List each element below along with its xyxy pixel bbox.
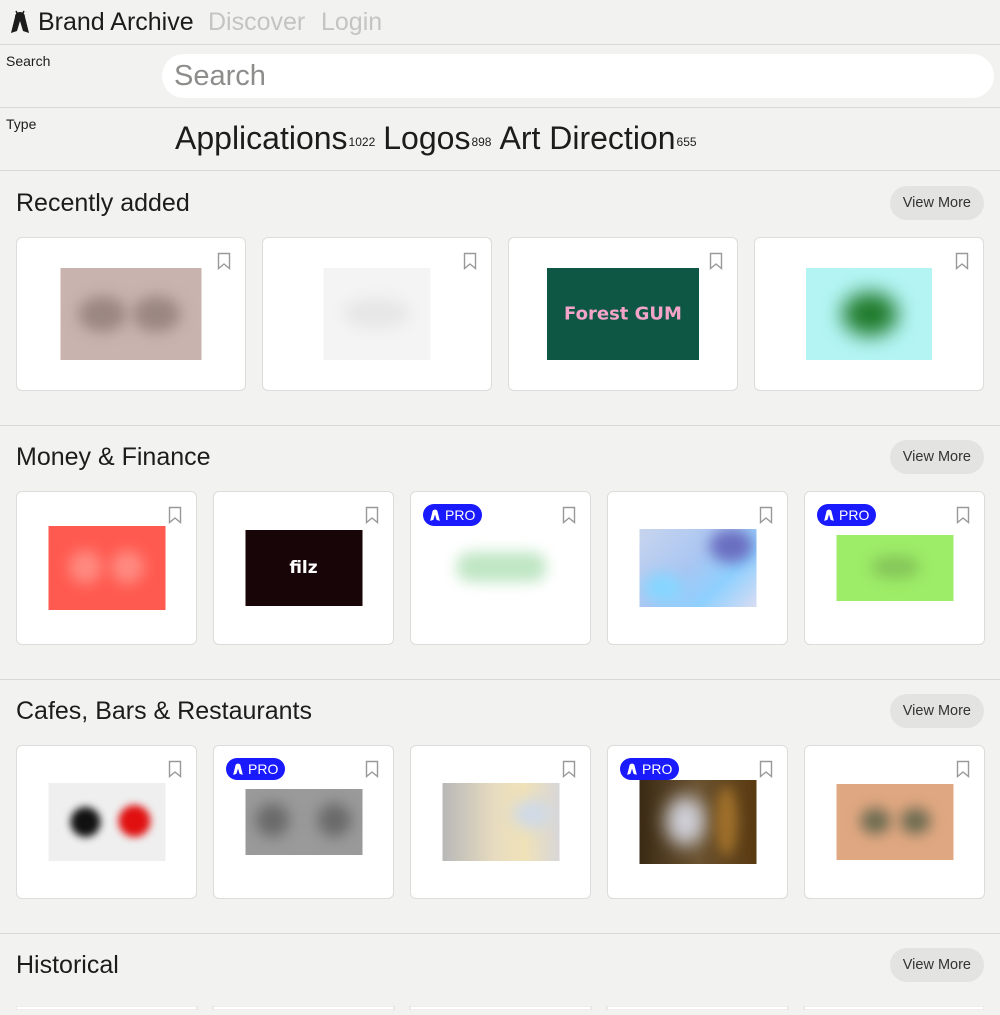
- brand-card[interactable]: [607, 491, 788, 645]
- card-grid: filz PRO PRO: [16, 491, 985, 645]
- view-more-button[interactable]: View More: [889, 694, 984, 728]
- nav-link-login[interactable]: Login: [321, 7, 382, 37]
- section-title: Recently added: [16, 189, 190, 217]
- section-money-finance: Money & Finance View More filz PRO PRO: [0, 425, 1000, 680]
- card-grid-top-edge: [15, 997, 985, 1011]
- type-filter-applications[interactable]: Applications1022: [175, 118, 375, 158]
- bookmark-icon[interactable]: [365, 506, 379, 524]
- brand-card[interactable]: PRO: [804, 491, 985, 645]
- section-title: Money & Finance: [16, 443, 211, 471]
- top-nav: Brand Archive Discover Login: [0, 0, 1000, 45]
- card-thumbnail: Forest GUM: [547, 268, 699, 360]
- bookmark-icon[interactable]: [168, 760, 182, 778]
- pro-badge: PRO: [620, 758, 680, 780]
- card-thumbnail: [639, 780, 756, 864]
- type-filter-art-direction[interactable]: Art Direction655: [499, 118, 696, 158]
- type-filter-logos[interactable]: Logos898: [383, 118, 491, 158]
- card-grid: PRO PRO: [16, 745, 985, 899]
- pro-badge: PRO: [226, 758, 286, 780]
- bookmark-icon[interactable]: [956, 760, 970, 778]
- brand-card[interactable]: Forest GUM: [508, 237, 738, 391]
- card-thumbnail: [836, 535, 953, 601]
- brand-name[interactable]: Brand Archive: [38, 7, 194, 37]
- card-thumbnail: [48, 783, 165, 861]
- brand-card[interactable]: filz: [213, 491, 394, 645]
- bookmark-icon[interactable]: [562, 760, 576, 778]
- card-thumbnail: [442, 538, 559, 598]
- bookmark-icon[interactable]: [463, 252, 477, 270]
- pro-badge: PRO: [423, 504, 483, 526]
- section-title: Historical: [16, 951, 119, 979]
- type-filter-count: 898: [471, 135, 492, 149]
- bookmark-icon[interactable]: [955, 252, 969, 270]
- brand-card[interactable]: [16, 745, 197, 899]
- bookmark-icon[interactable]: [562, 506, 576, 524]
- brand-card[interactable]: PRO: [213, 745, 394, 899]
- card-thumbnail: [245, 789, 362, 855]
- brand-card[interactable]: PRO: [410, 491, 591, 645]
- view-more-button[interactable]: View More: [889, 186, 984, 220]
- pro-badge: PRO: [817, 504, 877, 526]
- bookmark-icon[interactable]: [759, 760, 773, 778]
- type-filter-count: 1022: [348, 135, 376, 149]
- brand-card[interactable]: [262, 237, 492, 391]
- brand-card[interactable]: [804, 745, 985, 899]
- nav-link-discover[interactable]: Discover: [208, 7, 305, 37]
- view-more-button[interactable]: View More: [889, 440, 984, 474]
- section-title: Cafes, Bars & Restaurants: [16, 697, 312, 725]
- search-input[interactable]: [162, 54, 994, 98]
- pro-logo-icon: [430, 509, 440, 521]
- bookmark-icon[interactable]: [168, 506, 182, 524]
- type-filter-name: Art Direction: [499, 120, 676, 156]
- pro-label: PRO: [642, 761, 673, 777]
- pro-logo-icon: [824, 509, 834, 521]
- card-thumbnail: filz: [245, 530, 362, 606]
- type-filters: Applications1022 Logos898 Art Direction6…: [175, 118, 697, 158]
- type-filter-name: Logos: [383, 120, 471, 156]
- type-filter-name: Applications: [175, 120, 348, 156]
- brand-logo-icon[interactable]: [8, 9, 32, 35]
- bookmark-icon[interactable]: [759, 506, 773, 524]
- card-thumbnail: [639, 529, 756, 607]
- brand-card[interactable]: PRO: [607, 745, 788, 899]
- card-grid: Forest GUM: [16, 237, 984, 391]
- card-thumbnail: [442, 783, 559, 861]
- section-historical: Historical View More: [0, 933, 1000, 1011]
- thumbnail-logo-text: Forest GUM: [564, 303, 682, 325]
- brand-card[interactable]: [16, 237, 246, 391]
- pro-logo-icon: [627, 763, 637, 775]
- bookmark-icon[interactable]: [709, 252, 723, 270]
- brand-card[interactable]: [754, 237, 984, 391]
- card-thumbnail: [806, 268, 932, 360]
- card-thumbnail: [323, 268, 431, 360]
- section-recently-added: Recently added View More Forest GUM: [0, 171, 1000, 426]
- card-edges: [15, 1005, 985, 1011]
- pro-label: PRO: [445, 507, 476, 523]
- pro-logo-icon: [233, 763, 243, 775]
- card-thumbnail: [836, 784, 953, 860]
- brand-card[interactable]: [410, 745, 591, 899]
- bookmark-icon[interactable]: [956, 506, 970, 524]
- search-label: Search: [6, 53, 51, 69]
- bookmark-icon[interactable]: [365, 760, 379, 778]
- type-row: Type Applications1022 Logos898 Art Direc…: [0, 108, 1000, 171]
- pro-label: PRO: [248, 761, 279, 777]
- view-more-button[interactable]: View More: [889, 948, 984, 982]
- card-thumbnail: [48, 526, 165, 610]
- search-row: Search: [0, 45, 1000, 108]
- brand-card[interactable]: [16, 491, 197, 645]
- thumbnail-logo-text: filz: [289, 558, 318, 578]
- type-filter-count: 655: [676, 135, 697, 149]
- card-thumbnail: [60, 268, 202, 360]
- section-cafes-bars-restaurants: Cafes, Bars & Restaurants View More PRO: [0, 679, 1000, 934]
- pro-label: PRO: [839, 507, 870, 523]
- bookmark-icon[interactable]: [217, 252, 231, 270]
- type-label: Type: [6, 116, 37, 132]
